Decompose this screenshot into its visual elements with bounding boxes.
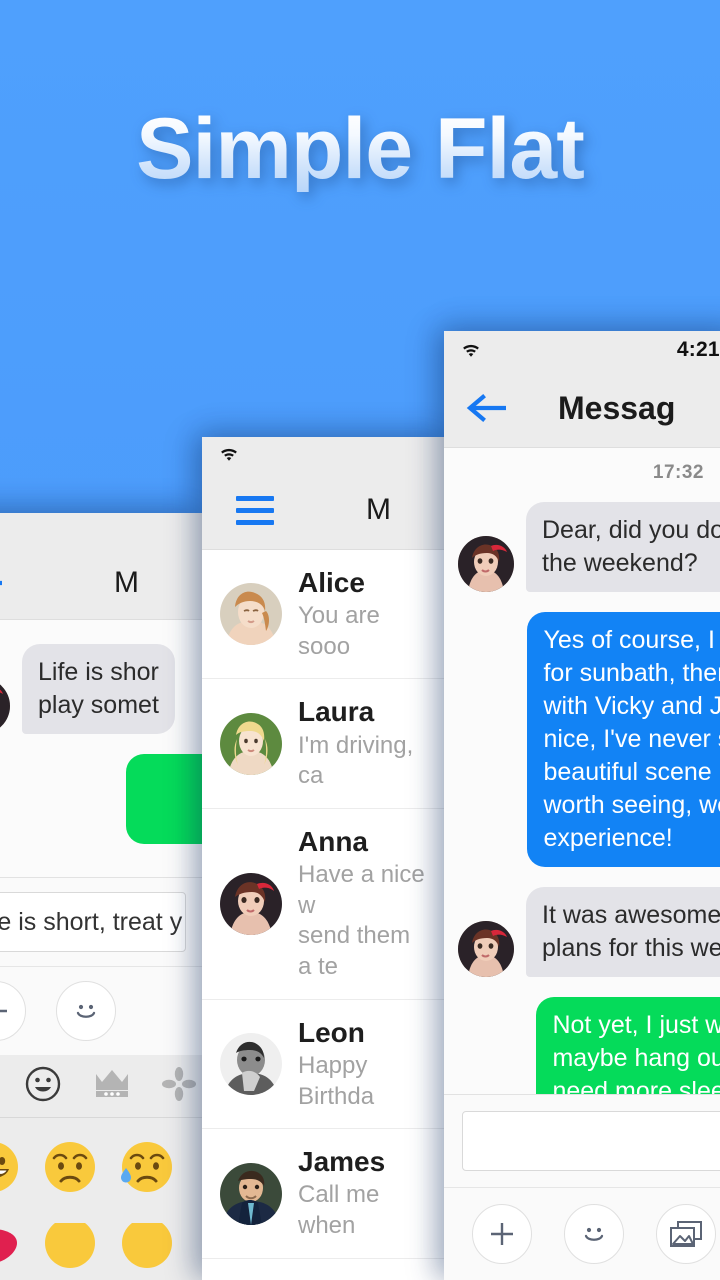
message-input[interactable]: Life is short, treat y — [0, 892, 186, 952]
emoji-worried-face[interactable] — [43, 1140, 97, 1194]
contact-preview: Happy Birthda — [298, 1051, 375, 1110]
status-bar — [202, 437, 448, 471]
wifi-icon — [460, 342, 482, 358]
composer-toolbar — [0, 966, 202, 1055]
contact-name: Laura — [298, 696, 375, 728]
avatar — [458, 536, 514, 592]
message-bubble: Life is shor play somet — [22, 644, 175, 734]
avatar — [220, 1033, 282, 1096]
contact-preview: I'm driving, ca — [298, 731, 420, 790]
keyboard-tab-stickers[interactable] — [162, 1065, 196, 1107]
wifi-icon — [218, 446, 240, 462]
back-arrow-icon — [0, 566, 4, 600]
back-button[interactable] — [0, 566, 4, 600]
contact-name: Anna — [298, 825, 368, 857]
list-item[interactable]: Alex Babe, I love yo — [202, 1259, 448, 1280]
contact-name: Alex — [298, 1275, 430, 1280]
avatar — [458, 921, 514, 977]
status-bar — [0, 513, 202, 547]
list-item[interactable]: Laura I'm driving, ca — [202, 679, 448, 809]
smiley-icon — [24, 1065, 62, 1108]
message-row: Yes of course, I wer for sunbath, then I… — [444, 602, 720, 877]
avatar — [220, 712, 282, 775]
message-row: Dear, did you do the weekend? — [444, 492, 720, 602]
list-item[interactable]: Leon Happy Birthda — [202, 1000, 448, 1130]
list-item[interactable]: Alice You are sooo — [202, 550, 448, 680]
emoji-button[interactable] — [564, 1204, 624, 1264]
composer: Life is short, treat y — [0, 877, 202, 966]
emoji-sad-sweat-face[interactable] — [120, 1140, 174, 1194]
menu-button[interactable] — [202, 495, 274, 525]
composer-toolbar — [444, 1187, 720, 1280]
keyboard-tab-smileys[interactable] — [24, 1065, 62, 1107]
crown-icon — [92, 1068, 132, 1105]
photo-button[interactable] — [656, 1204, 716, 1264]
page-title: Simple Flat — [0, 106, 720, 192]
nav-bar: Messag — [444, 369, 720, 448]
avatar — [220, 1162, 282, 1225]
contact-name: James — [298, 1146, 386, 1178]
left-phone-panel: M Life is shor play somet is short, trea… — [0, 513, 202, 1280]
avatar — [220, 872, 282, 935]
chat-timestamp: 17:32 — [652, 462, 704, 483]
contact-preview: Have a nice w send them a te — [298, 860, 425, 981]
message-row — [0, 744, 202, 854]
status-time: 4:21 P — [676, 338, 720, 361]
message-bubble: Dear, did you do the weekend? — [526, 502, 720, 592]
message-row: It was awesome! plans for this wee — [444, 877, 720, 987]
nav-title: M — [114, 566, 139, 599]
contact-name: Alice — [298, 567, 365, 598]
nav-bar: M — [0, 547, 202, 620]
back-button[interactable] — [444, 391, 508, 425]
nav-bar: M — [202, 471, 448, 550]
emoji-yellow-face[interactable] — [43, 1223, 97, 1277]
message-row: Life is shor play somet — [0, 620, 202, 744]
nav-title: Messag — [558, 389, 676, 426]
hamburger-icon — [236, 495, 274, 525]
message-bubble: Yes of course, I wer for sunbath, then I… — [527, 612, 720, 867]
message-bubble: Not yet, I just want t maybe hang out a … — [536, 997, 720, 1094]
emoji-keyboard-tabs — [0, 1055, 202, 1118]
add-attachment-button[interactable] — [472, 1204, 532, 1264]
nav-title: M — [366, 493, 391, 526]
list-item[interactable]: Anna Have a nice w send them a te — [202, 809, 448, 1000]
photo-icon — [669, 1220, 703, 1248]
emoji-kiss-lips[interactable] — [0, 1223, 20, 1277]
emoji-button[interactable] — [56, 981, 116, 1041]
emoji-grinning-face[interactable] — [0, 1140, 20, 1194]
right-phone-panel: 4:21 P Messag 17:32 — [444, 331, 720, 1280]
emoji-grid — [0, 1118, 202, 1280]
message-bubble — [126, 754, 202, 844]
contact-preview: Call me when — [298, 1181, 387, 1240]
contact-name: Leon — [298, 1016, 365, 1048]
avatar — [0, 678, 10, 734]
add-attachment-button[interactable] — [0, 981, 26, 1041]
list-item[interactable]: James Call me when — [202, 1129, 448, 1259]
screen: Simple Flat M Life is shor play somet is… — [0, 0, 720, 1280]
message-bubble: It was awesome! plans for this wee — [526, 887, 720, 977]
emoji-yellow-face[interactable] — [120, 1223, 174, 1277]
avatar — [220, 583, 282, 646]
chat-thread: 17:32 Dear, did you do the weekend? Yes … — [444, 448, 720, 1094]
contact-preview: You are sooo — [298, 602, 387, 660]
composer — [444, 1094, 720, 1187]
back-arrow-icon — [466, 391, 508, 425]
conversation-list: Alice You are sooo Laura I'm driving, ca… — [202, 550, 448, 1280]
flower-icon — [162, 1066, 196, 1106]
plus-icon — [487, 1219, 517, 1249]
status-bar: 4:21 P — [444, 331, 720, 369]
message-input[interactable] — [462, 1111, 720, 1171]
keyboard-tab-favorites[interactable] — [92, 1065, 132, 1107]
smiley-icon — [578, 1218, 610, 1250]
middle-phone-panel: M Alice You are sooo Laura I'm driving, … — [202, 437, 448, 1280]
smiley-icon — [70, 995, 102, 1027]
plus-icon — [0, 996, 11, 1026]
message-row: Not yet, I just want t maybe hang out a … — [444, 987, 720, 1094]
chat-thread: Life is shor play somet — [0, 620, 202, 877]
